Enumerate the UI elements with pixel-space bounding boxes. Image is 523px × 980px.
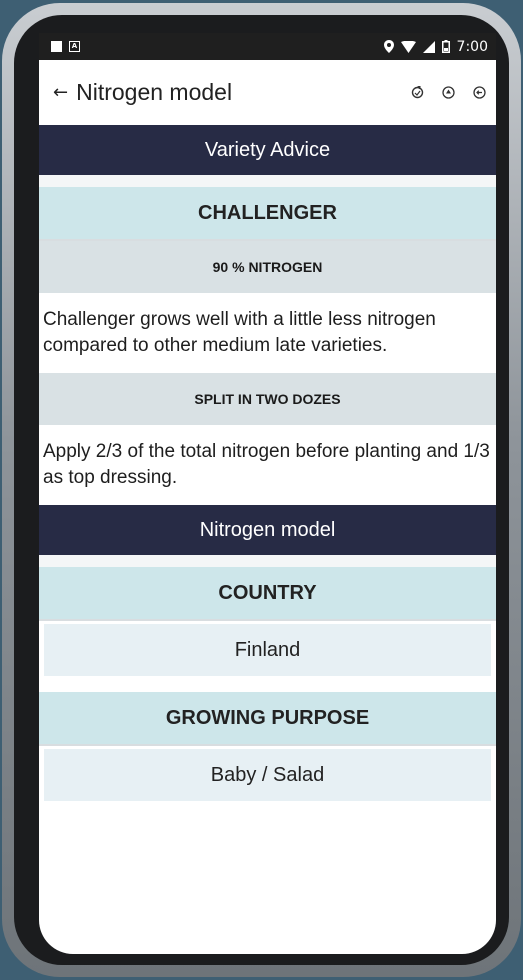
wifi-icon: [400, 40, 416, 53]
signal-icon: [422, 40, 435, 53]
growing-purpose-label: GROWING PURPOSE: [39, 692, 496, 746]
status-left: A: [51, 41, 80, 52]
exit-icon[interactable]: [473, 86, 486, 99]
nitrogen-advice-text: Challenger grows well with a little less…: [39, 293, 496, 373]
value-gap: [39, 676, 496, 692]
country-value[interactable]: Finland: [44, 624, 491, 676]
app-bar: ← Nitrogen model: [39, 60, 496, 125]
split-dose-label: SPLIT IN TWO DOZES: [39, 373, 496, 425]
country-label: COUNTRY: [39, 567, 496, 621]
status-right: 7:00: [383, 38, 488, 55]
back-arrow-icon[interactable]: ←: [53, 82, 68, 103]
variety-advice-header: Variety Advice: [39, 125, 496, 175]
status-bar: A 7:00: [39, 33, 496, 60]
section-gap: [39, 555, 496, 567]
page-title: Nitrogen model: [76, 79, 233, 105]
app-actions: [411, 86, 486, 99]
section-gap: [39, 175, 496, 187]
image-notification-icon: [51, 41, 62, 52]
growing-purpose-value[interactable]: Baby / Salad: [44, 749, 491, 801]
screen: A 7:00 ← Nitrogen model Variety Advice C…: [39, 33, 496, 954]
variety-name: CHALLENGER: [39, 187, 496, 241]
a-notification-icon: A: [69, 41, 80, 52]
refresh-icon[interactable]: [411, 86, 424, 99]
battery-icon: [441, 40, 450, 53]
compass-icon[interactable]: [442, 86, 455, 99]
nitrogen-percentage-label: 90 % NITROGEN: [39, 241, 496, 293]
nitrogen-model-header: Nitrogen model: [39, 505, 496, 555]
split-dose-text: Apply 2/3 of the total nitrogen before p…: [39, 425, 496, 505]
status-time: 7:00: [456, 38, 488, 55]
location-icon: [383, 40, 394, 53]
